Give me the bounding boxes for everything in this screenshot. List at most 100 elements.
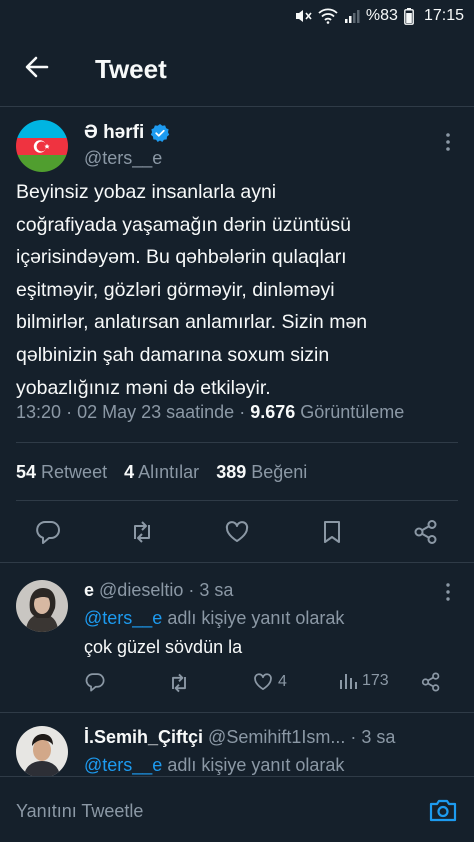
tweet-text-line: Beyinsiz yobaz insanlarla ayni: [16, 181, 277, 203]
reply-avatar[interactable]: [16, 726, 68, 778]
author-name[interactable]: Ə hərfi: [84, 122, 170, 144]
reply-like-count: 4: [278, 673, 287, 690]
tweet-more-button[interactable]: [440, 131, 456, 153]
back-button[interactable]: [22, 52, 52, 82]
tweet-text-line: coğrafiyada yaşamağın dərin üzüntüsü: [16, 213, 351, 236]
reply-author-handle[interactable]: @dieseltio: [99, 580, 183, 600]
meta-separator: ·: [66, 402, 78, 422]
back-arrow-icon: [25, 56, 49, 78]
tweet-stats: 54 Retweet 4 Alıntılar 389 Beğeni: [16, 462, 319, 483]
retweet-icon: [134, 521, 150, 543]
reply-input-placeholder[interactable]: Yanıtını Tweetle: [16, 801, 143, 822]
battery-icon: [404, 7, 414, 25]
author-avatar[interactable]: [16, 120, 68, 172]
status-bar: %83 17:15: [0, 0, 474, 34]
header-divider: [0, 106, 474, 107]
actions-divider: [0, 562, 474, 563]
likes-stat[interactable]: 389 Beğeni: [216, 462, 307, 482]
tweet-text: Beyinsiz yobaz insanlarla ayni coğrafiya…: [16, 176, 466, 404]
reply-retweet-button[interactable]: [167, 671, 191, 695]
reply-reply-button[interactable]: [84, 671, 106, 693]
reply-avatar[interactable]: [16, 580, 68, 632]
signal-icon: [344, 8, 360, 24]
reply-button[interactable]: [34, 518, 62, 546]
author-handle[interactable]: @ters__e: [84, 148, 162, 169]
header: Tweet: [0, 34, 474, 106]
tweet-time[interactable]: 13:20: [16, 402, 61, 422]
reply-to-suffix: adlı kişiye yanıt olarak: [167, 608, 345, 628]
more-icon: [446, 133, 450, 151]
reply-icon: [85, 673, 105, 692]
clock: 17:15: [423, 7, 464, 24]
reply-divider: [0, 712, 474, 713]
wifi-icon: [318, 8, 338, 24]
status-icons: %83 17:15: [294, 7, 464, 25]
reply-share-button[interactable]: [420, 671, 442, 693]
bookmark-icon: [324, 521, 340, 543]
tweet-actions: [0, 512, 474, 552]
share-icon: [421, 672, 440, 692]
likes-label: Beğeni: [251, 462, 308, 482]
quotes-label: Alıntılar: [138, 462, 200, 482]
camera-icon: [429, 799, 457, 822]
verified-badge-icon: [151, 124, 170, 142]
like-icon: [254, 673, 272, 690]
reply-header: e @dieseltio · 3 sa: [84, 580, 233, 601]
bookmark-button[interactable]: [318, 518, 346, 546]
views-icon: [340, 674, 357, 689]
reply-context: @ters__e adlı kişiye yanıt olarak: [84, 755, 344, 776]
page-title: Tweet: [95, 54, 167, 84]
stats-divider: [16, 500, 458, 501]
like-icon: [225, 521, 249, 542]
author-name-text: Ə hərfi: [84, 122, 145, 143]
meta-divider: [16, 442, 458, 443]
retweet-icon: [172, 673, 186, 693]
retweets-count: 54: [16, 462, 37, 482]
retweets-stat[interactable]: 54 Retweet: [16, 462, 107, 482]
views-count: 9.676: [250, 402, 296, 422]
reply-separator: ·: [350, 727, 362, 747]
like-button[interactable]: [223, 518, 251, 546]
reply-views-button[interactable]: 173: [338, 671, 389, 691]
reply-to-handle[interactable]: @ters__e: [84, 608, 162, 628]
quotes-count: 4: [124, 462, 135, 482]
azerbaijan-flag-avatar: [16, 120, 68, 172]
retweet-button[interactable]: [128, 518, 156, 546]
retweets-label: Retweet: [41, 462, 108, 482]
reply-avatar-photo: [16, 580, 68, 632]
tweet-meta: 13:20 · 02 May 23 saatinde · 9.676 Görün…: [16, 402, 404, 423]
reply-actions: 4 173: [0, 671, 474, 701]
quotes-stat[interactable]: 4 Alıntılar: [124, 462, 199, 482]
reply-time: 3 sa: [199, 580, 234, 600]
share-button[interactable]: [412, 518, 440, 546]
reply-icon: [36, 521, 60, 544]
reply-like-button[interactable]: 4: [252, 671, 287, 693]
reply-author-name[interactable]: İ.Semih_Çiftçi: [84, 727, 203, 747]
views-label: Görüntüleme: [300, 402, 405, 422]
battery-level: %83: [365, 7, 398, 24]
reply-context: @ters__e adlı kişiye yanıt olarak: [84, 608, 344, 629]
likes-count: 389: [216, 462, 247, 482]
tweet-text-line: bilmirlər, anlatırsan anlamırlar. Sizin …: [16, 311, 368, 334]
share-icon: [414, 520, 437, 544]
reply-composer[interactable]: Yanıtını Tweetle: [0, 776, 474, 842]
tweet-text-line: eşitməyir, gözləri görməyir, dinləməyi: [16, 278, 335, 301]
camera-button[interactable]: [428, 797, 458, 823]
reply-separator: ·: [188, 580, 200, 600]
meta-separator: ·: [239, 402, 251, 422]
more-icon: [446, 583, 450, 601]
reply-to-suffix: adlı kişiye yanıt olarak: [167, 755, 345, 775]
reply-text: çok güzel sövdün la: [84, 637, 243, 657]
reply-header: İ.Semih_Çiftçi @Semihift1Ism... · 3 sa: [84, 727, 395, 748]
reply-author-name[interactable]: e: [84, 580, 94, 600]
reply-to-handle[interactable]: @ters__e: [84, 755, 162, 775]
reply-author-handle[interactable]: @Semihift1Ism...: [208, 727, 345, 747]
mute-icon: [294, 8, 312, 24]
tweet-date[interactable]: 02 May 23 saatinde: [77, 402, 234, 422]
tweet-text-line: yobazlığınız məni də etkiləyir.: [16, 376, 271, 399]
tweet-text-line: qəlbinizin şah damarına soxum sizin: [16, 343, 330, 366]
tweet-text-line: içərisindəyəm. Bu qəhbələrin qulaqları: [16, 246, 347, 269]
reply-time: 3 sa: [361, 727, 396, 747]
reply-more-button[interactable]: [440, 582, 456, 602]
reply-views-count: 173: [362, 672, 389, 689]
